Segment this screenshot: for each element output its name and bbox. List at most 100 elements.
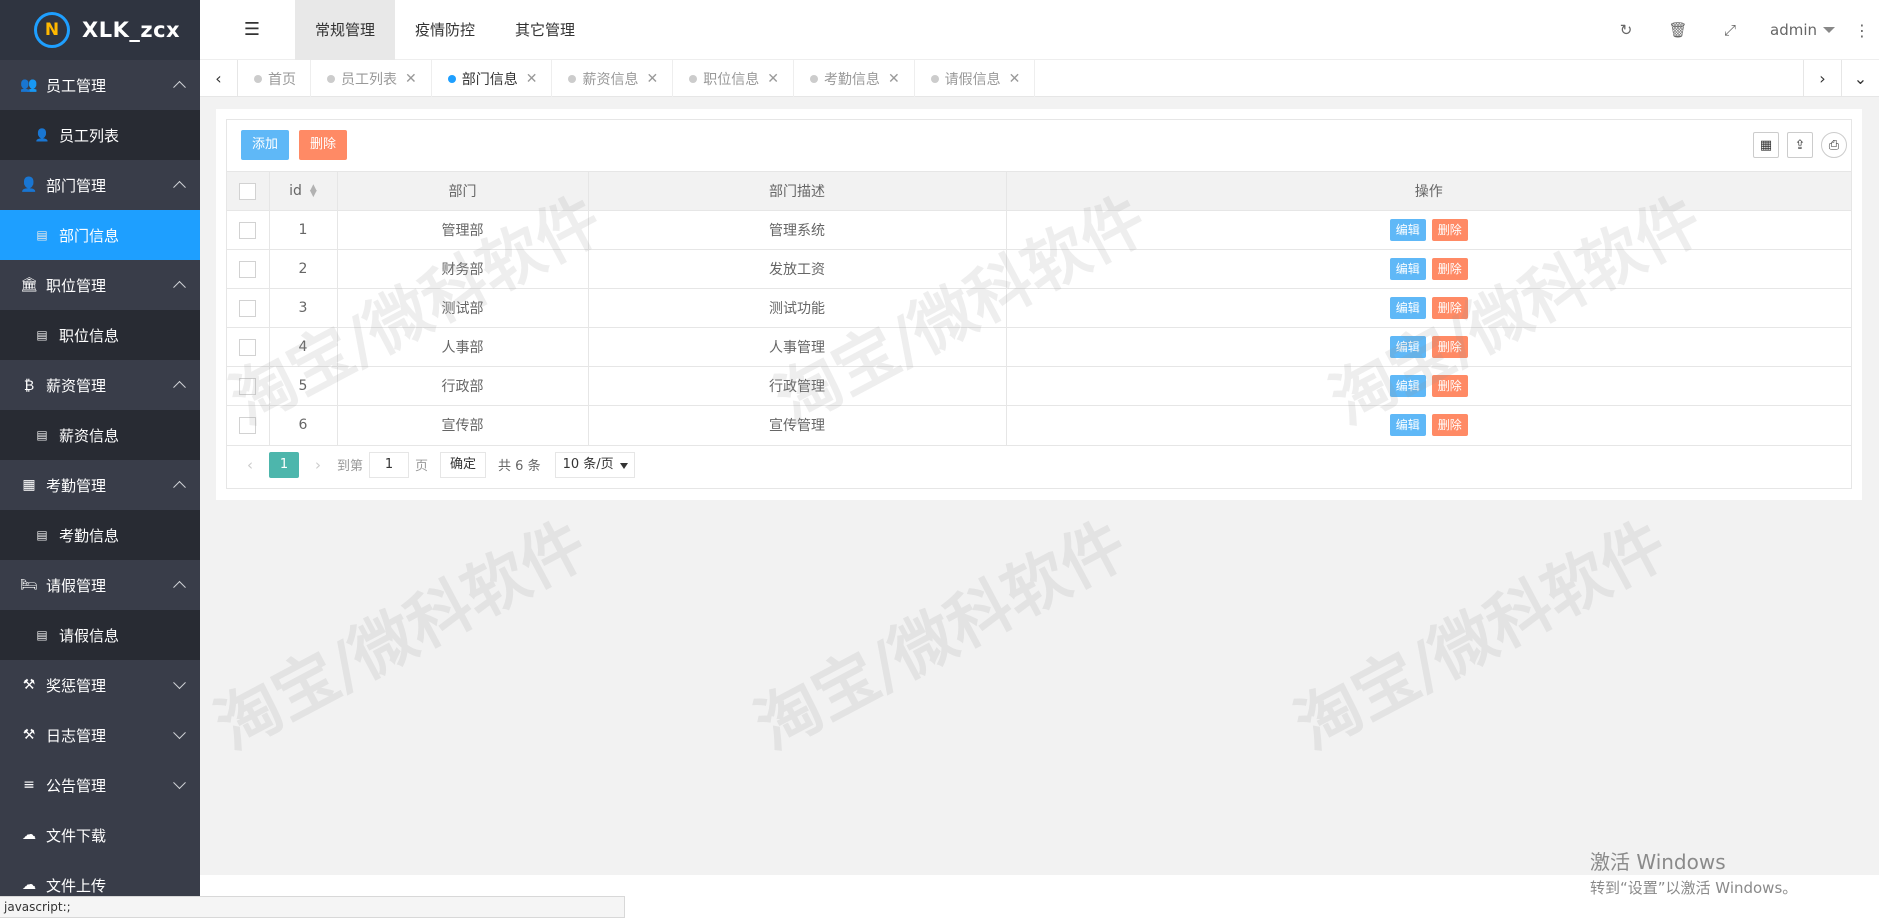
prev-page-icon[interactable]: ‹ [237, 456, 263, 474]
user-menu[interactable]: admin [1756, 21, 1845, 39]
close-icon[interactable]: ✕ [526, 71, 538, 87]
sort-icon[interactable]: ▲ ▼ [310, 184, 317, 199]
sidebar-group-7[interactable]: ⚒ 日志管理 [0, 710, 200, 760]
sidebar: N XLK_zcx 👥 员工管理 👤 员工列表 👤 部门管理 ▤ 部门信息 🏛 职位管理 ▤ 职位信息… [0, 0, 200, 918]
trash-icon[interactable]: 🗑 [1652, 21, 1704, 39]
columns-icon[interactable]: ▦ [1753, 132, 1779, 158]
sidebar-group-9[interactable]: ☁ 文件下载 [0, 810, 200, 860]
goto-confirm-button[interactable]: 确定 [440, 451, 487, 478]
tab-scroll-right-icon[interactable]: › [1803, 60, 1841, 97]
sidebar-item-label: 请假信息 [59, 626, 120, 645]
tab-1[interactable]: 员工列表 ✕ [311, 60, 432, 97]
remove-button[interactable]: 删除 [1431, 336, 1468, 358]
remove-button[interactable]: 删除 [1431, 375, 1468, 397]
remove-button[interactable]: 删除 [1431, 414, 1468, 437]
table-header-row: id ▲ ▼ 部门 部门描述 操作 [227, 171, 1851, 211]
sidebar-group-6[interactable]: ⚒ 奖惩管理 [0, 660, 200, 710]
delete-button[interactable]: 删除 [299, 130, 348, 160]
edit-button[interactable]: 编辑 [1389, 258, 1426, 280]
windows-activation-notice: 激活 Windows 转到“设置”以激活 Windows。 [1590, 846, 1797, 898]
users-icon: 👥 [20, 77, 38, 93]
tab-0[interactable]: 首页 [238, 60, 311, 97]
sidebar-group-5[interactable]: 🛏 请假管理 [0, 560, 200, 610]
logo-icon: N [34, 12, 70, 48]
tab-status-dot [327, 74, 335, 83]
next-page-icon[interactable]: › [305, 456, 331, 474]
more-vertical-icon[interactable]: ⋮ [1845, 21, 1879, 40]
sidebar-group-3[interactable]: ₿ 薪资管理 [0, 360, 200, 410]
close-icon[interactable]: ✕ [888, 71, 900, 87]
tab-menu-chevron-down-icon[interactable]: ⌄ [1841, 60, 1879, 97]
tab-3[interactable]: 薪资信息 ✕ [552, 60, 674, 97]
row-checkbox[interactable] [239, 260, 257, 278]
top-menu: 常规管理 疫情防控 其它管理 [295, 0, 595, 60]
sidebar-item-0-0[interactable]: 👤 员工列表 [0, 110, 200, 160]
top-menu-item-0[interactable]: 常规管理 [295, 0, 396, 60]
tab-label: 职位信息 [703, 71, 760, 88]
edit-button[interactable]: 编辑 [1389, 219, 1426, 241]
department-table-box: 添加 删除 ▦ ⇪ ⎙ id ▲ ▼ 部门 部门描述 操作 1 管理部 管理系统… [226, 119, 1852, 489]
close-icon[interactable]: ✕ [767, 71, 779, 87]
sidebar-group-8[interactable]: ≡ 公告管理 [0, 760, 200, 810]
cell-id: 2 [269, 249, 338, 289]
remove-button[interactable]: 删除 [1431, 297, 1468, 319]
goto-page-input[interactable] [369, 451, 410, 478]
menu-toggle-icon[interactable]: ☰ [240, 18, 264, 42]
sidebar-item-1-0[interactable]: ▤ 部门信息 [0, 210, 200, 260]
sidebar-item-3-0[interactable]: ▤ 薪资信息 [0, 410, 200, 460]
row-select-cell [227, 366, 270, 406]
sidebar-group-label: 考勤管理 [46, 476, 107, 495]
page-size-select[interactable]: 10 条/页 [554, 451, 635, 478]
cell-desc: 管理系统 [588, 210, 1007, 250]
export-icon[interactable]: ⇪ [1787, 132, 1813, 158]
row-checkbox[interactable] [239, 416, 257, 434]
cell-name: 人事部 [337, 327, 589, 367]
top-menu-item-2[interactable]: 其它管理 [495, 0, 595, 60]
edit-button[interactable]: 编辑 [1389, 336, 1426, 358]
list-icon: ▤ [36, 428, 48, 442]
row-checkbox[interactable] [239, 299, 257, 317]
remove-button[interactable]: 删除 [1431, 219, 1468, 241]
current-page[interactable]: 1 [269, 451, 299, 478]
table-row: 4 人事部 人事管理 编辑 删除 [227, 327, 1851, 367]
sidebar-nav: 👥 员工管理 👤 员工列表 👤 部门管理 ▤ 部门信息 🏛 职位管理 ▤ 职位信息 ₿ 薪资管理 ▤ 薪资信息… [0, 60, 200, 910]
sidebar-group-label: 薪资管理 [46, 376, 107, 395]
column-header-id[interactable]: id ▲ ▼ [269, 171, 338, 211]
edit-button[interactable]: 编辑 [1389, 414, 1426, 437]
fullscreen-icon[interactable]: ⤢ [1704, 21, 1756, 39]
sidebar-item-5-0[interactable]: ▤ 请假信息 [0, 610, 200, 660]
add-button[interactable]: 添加 [241, 130, 290, 160]
edit-button[interactable]: 编辑 [1389, 375, 1426, 397]
row-checkbox[interactable] [239, 377, 257, 395]
tab-status-dot [568, 74, 577, 83]
bitcoin-icon: ₿ [23, 377, 35, 394]
sidebar-group-label: 部门管理 [46, 176, 107, 195]
refresh-icon[interactable]: ↻ [1600, 21, 1652, 39]
sidebar-item-2-0[interactable]: ▤ 职位信息 [0, 310, 200, 360]
tab-4[interactable]: 职位信息 ✕ [673, 60, 794, 97]
sidebar-group-2[interactable]: 🏛 职位管理 [0, 260, 200, 310]
remove-button[interactable]: 删除 [1431, 258, 1468, 280]
select-all-checkbox[interactable] [239, 182, 257, 200]
row-checkbox[interactable] [239, 338, 257, 356]
sidebar-group-1[interactable]: 👤 部门管理 [0, 160, 200, 210]
table-row: 3 测试部 测试功能 编辑 删除 [227, 288, 1851, 328]
print-icon[interactable]: ⎙ [1821, 132, 1847, 158]
tab-2[interactable]: 部门信息 ✕ [432, 60, 553, 97]
activation-hint: 转到“设置”以激活 Windows。 [1590, 879, 1798, 897]
bed-icon: 🛏 [20, 577, 38, 593]
close-icon[interactable]: ✕ [405, 71, 417, 87]
tab-scroll-left-icon[interactable]: ‹ [200, 60, 238, 97]
top-menu-item-1[interactable]: 疫情防控 [395, 0, 495, 60]
close-icon[interactable]: ✕ [1009, 71, 1021, 87]
logo[interactable]: N XLK_zcx [0, 0, 200, 60]
edit-button[interactable]: 编辑 [1389, 297, 1426, 319]
caret-down-icon [1823, 27, 1835, 33]
sidebar-group-0[interactable]: 👥 员工管理 [0, 60, 200, 110]
sidebar-item-4-0[interactable]: ▤ 考勤信息 [0, 510, 200, 560]
row-checkbox[interactable] [239, 221, 257, 239]
tab-6[interactable]: 请假信息 ✕ [915, 60, 1036, 97]
close-icon[interactable]: ✕ [646, 71, 658, 87]
sidebar-group-4[interactable]: ▦ 考勤管理 [0, 460, 200, 510]
tab-5[interactable]: 考勤信息 ✕ [794, 60, 915, 97]
